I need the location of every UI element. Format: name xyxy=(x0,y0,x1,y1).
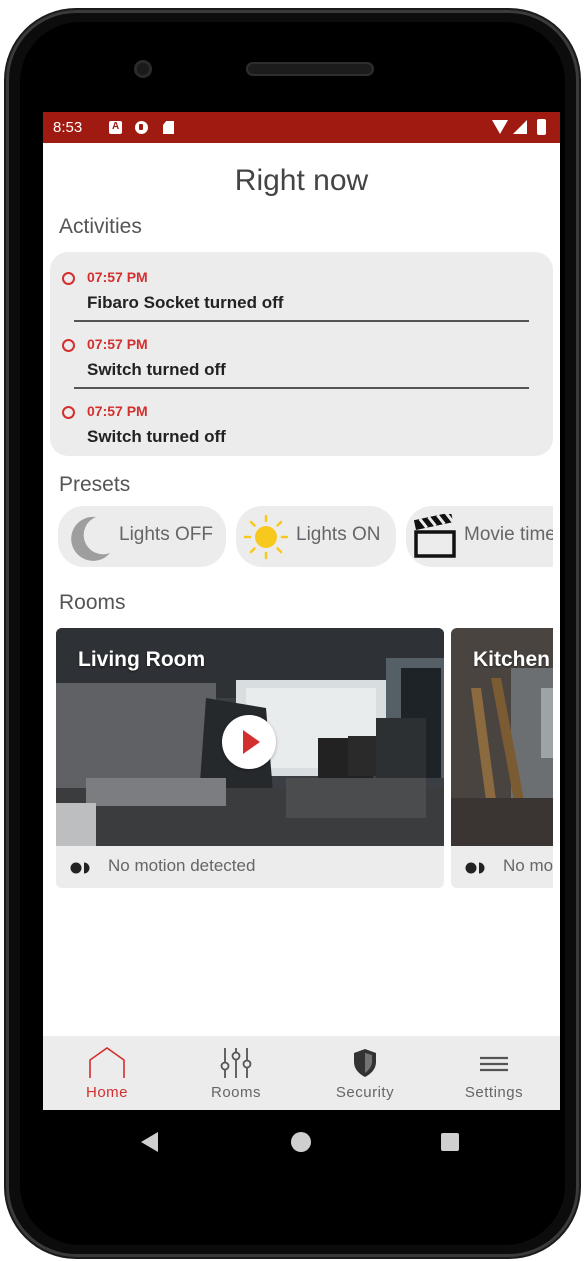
activity-status-icon xyxy=(62,339,75,352)
recent-apps-icon[interactable] xyxy=(441,1133,459,1151)
nav-rooms[interactable]: Rooms xyxy=(176,1036,296,1110)
room-card-living-room[interactable]: Living Room No motion detected xyxy=(56,628,444,888)
preset-lights-on[interactable]: Lights ON xyxy=(236,506,396,567)
motion-status: No motion detected xyxy=(108,856,256,875)
activity-text: Switch turned off xyxy=(87,427,226,446)
app-screen: 8:53 Right now Activities 07:57 PM Fibar… xyxy=(43,112,560,1110)
battery-icon xyxy=(537,119,546,135)
earpiece-speaker xyxy=(246,62,374,76)
status-bar: 8:53 xyxy=(43,112,560,143)
activity-text: Fibaro Socket turned off xyxy=(87,293,284,312)
presets-scroller[interactable]: Lights OFF Lights ON Movie time xyxy=(58,506,553,568)
back-icon[interactable] xyxy=(141,1132,158,1152)
activity-item[interactable]: 07:57 PM Switch turned off xyxy=(50,324,553,390)
nav-settings[interactable]: Settings xyxy=(434,1036,554,1110)
sliders-icon xyxy=(220,1048,252,1078)
activity-text: Switch turned off xyxy=(87,360,226,379)
clapperboard-icon xyxy=(413,514,456,558)
activity-time: 07:57 PM xyxy=(87,403,148,419)
activity-divider xyxy=(74,320,529,322)
presets-heading: Presets xyxy=(59,473,131,496)
home-icon xyxy=(89,1047,125,1078)
motion-sensor-icon xyxy=(465,862,485,874)
room-camera-image[interactable]: Living Room xyxy=(56,628,444,846)
preset-label: Lights ON xyxy=(296,524,381,545)
rooms-scroller[interactable]: Living Room No motion detected Kitchen N… xyxy=(56,628,553,890)
bottom-navigation: Home Rooms Security Settings xyxy=(43,1036,560,1110)
notification-a-icon xyxy=(109,121,122,134)
room-card-kitchen[interactable]: Kitchen No motion detected xyxy=(451,628,553,888)
preset-movie-time[interactable]: Movie time xyxy=(406,506,553,567)
preset-label: Lights OFF xyxy=(119,524,213,545)
activities-card: 07:57 PM Fibaro Socket turned off 07:57 … xyxy=(50,252,553,456)
nav-label: Settings xyxy=(464,1084,524,1101)
sd-card-icon xyxy=(163,121,174,134)
wifi-icon xyxy=(492,120,508,134)
page-title: Right now xyxy=(234,164,369,197)
activity-status-icon xyxy=(62,406,75,419)
front-camera xyxy=(134,60,152,78)
room-name: Living Room xyxy=(78,648,206,671)
activity-divider xyxy=(74,387,529,389)
nav-label: Home xyxy=(85,1084,128,1101)
activity-time: 07:57 PM xyxy=(87,269,148,285)
preset-lights-off[interactable]: Lights OFF xyxy=(58,506,226,567)
room-camera-image[interactable]: Kitchen xyxy=(451,628,553,846)
rooms-heading: Rooms xyxy=(59,591,126,614)
nav-security[interactable]: Security xyxy=(305,1036,425,1110)
motion-sensor-icon xyxy=(70,862,90,874)
activity-item[interactable]: 07:57 PM Fibaro Socket turned off xyxy=(50,257,553,323)
motion-status: No motion detected xyxy=(503,856,553,875)
sun-icon xyxy=(243,514,289,560)
preset-label: Movie time xyxy=(464,524,553,545)
system-navigation-bar xyxy=(43,1110,560,1176)
status-time: 8:53 xyxy=(53,119,83,136)
shield-icon xyxy=(354,1049,376,1077)
home-key-icon[interactable] xyxy=(291,1132,311,1152)
signal-icon xyxy=(513,120,527,134)
menu-icon xyxy=(480,1056,508,1072)
notification-app-icon xyxy=(135,121,148,134)
nav-home[interactable]: Home xyxy=(47,1036,167,1110)
activity-status-icon xyxy=(62,272,75,285)
nav-label: Security xyxy=(335,1084,395,1101)
activity-item[interactable]: 07:57 PM Switch turned off xyxy=(50,391,553,457)
activities-heading: Activities xyxy=(59,215,142,238)
activity-time: 07:57 PM xyxy=(87,336,148,352)
nav-label: Rooms xyxy=(210,1084,261,1101)
moon-icon xyxy=(71,516,110,561)
play-button[interactable] xyxy=(222,715,276,769)
room-name: Kitchen xyxy=(473,648,551,671)
